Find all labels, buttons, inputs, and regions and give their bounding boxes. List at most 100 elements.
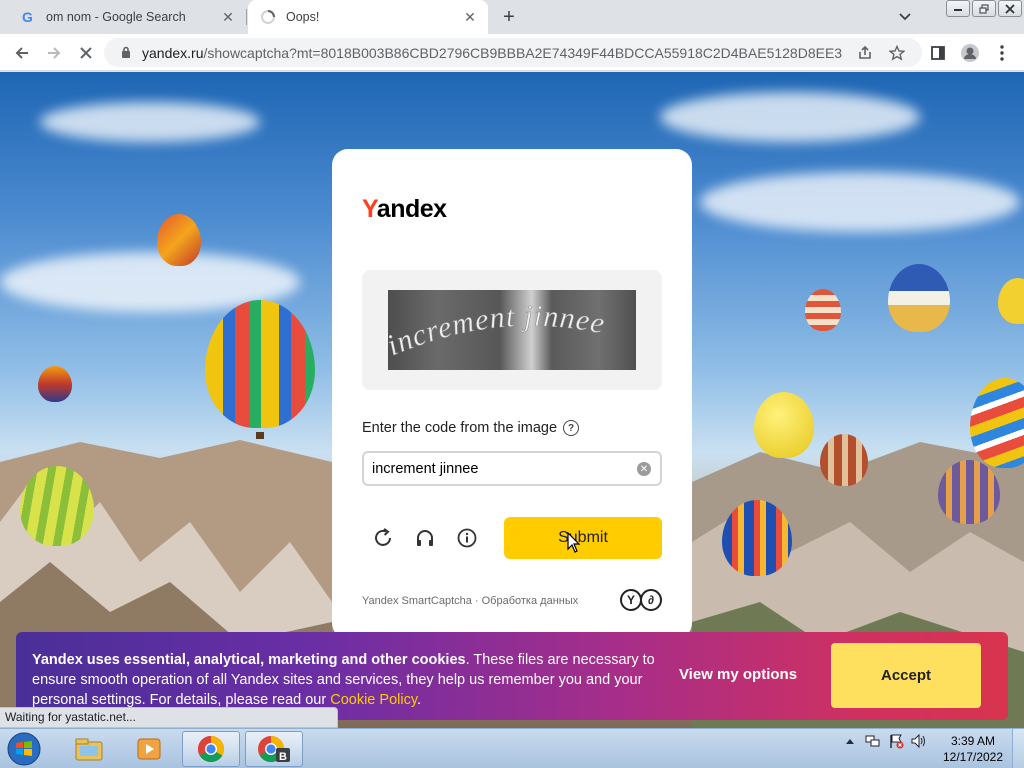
- back-arrow-icon: [15, 47, 28, 59]
- background-cloud: [660, 92, 920, 142]
- hot-air-balloon: [938, 460, 1000, 524]
- media-player-icon: [137, 738, 161, 760]
- action-center-flag-icon[interactable]: [888, 733, 904, 749]
- hot-air-balloon: [20, 466, 94, 546]
- svg-text:B: B: [279, 751, 287, 763]
- hot-air-balloon: [157, 214, 201, 266]
- lock-icon[interactable]: [118, 46, 134, 59]
- taskbar-chrome[interactable]: [182, 731, 240, 767]
- profile-button[interactable]: [956, 39, 984, 67]
- background-cloud: [40, 102, 260, 142]
- hot-air-balloon: [970, 378, 1024, 468]
- info-icon: [457, 528, 477, 548]
- system-tray: [842, 733, 927, 749]
- hot-air-balloon: [805, 289, 841, 331]
- address-bar[interactable]: yandex.ru/showcaptcha?mt=8018B003B86CBD2…: [104, 38, 922, 67]
- new-tab-button[interactable]: +: [496, 5, 522, 29]
- submit-button[interactable]: Submit: [504, 517, 662, 559]
- captcha-prompt: Enter the code from the image ?: [362, 420, 580, 436]
- tab-separator: [246, 9, 247, 25]
- svg-text:increment jinnee: increment jinnee: [388, 300, 608, 363]
- hot-air-balloon: [998, 278, 1024, 324]
- tab-strip: G om nom - Google Search ✕ Oops! ✕ +: [0, 0, 1024, 34]
- smartcaptcha-icon: ∂: [640, 589, 662, 611]
- kebab-menu-icon: [1000, 45, 1004, 61]
- captcha-input[interactable]: [372, 460, 622, 477]
- taskbar-chrome-profile[interactable]: B: [245, 731, 303, 767]
- audio-captcha-button[interactable]: [412, 525, 438, 551]
- menu-button[interactable]: [988, 39, 1016, 67]
- tab-title: om nom - Google Search: [46, 10, 186, 24]
- chevron-down-icon[interactable]: [894, 8, 916, 26]
- taskbar-explorer[interactable]: [60, 731, 118, 767]
- forward-arrow-icon: [48, 47, 61, 59]
- accept-cookies-button[interactable]: Accept: [831, 643, 981, 708]
- tab-title: Oops!: [286, 10, 320, 24]
- hot-air-balloon: [38, 366, 72, 402]
- captcha-image: increment jinnee: [388, 290, 636, 370]
- taskbar: B 3:39 AM 12/17/2022: [0, 728, 1024, 768]
- taskbar-media-player[interactable]: [120, 731, 178, 767]
- minimize-button[interactable]: [946, 0, 970, 17]
- share-icon[interactable]: [852, 40, 878, 66]
- mouse-cursor-icon: [567, 532, 581, 553]
- background-cloud: [700, 172, 1020, 232]
- cookie-policy-link[interactable]: Cookie Policy: [330, 692, 417, 708]
- captcha-card: Yandex increment jinnee Enter the code f…: [332, 149, 692, 639]
- side-panel-icon: [931, 46, 945, 60]
- captcha-footer-links[interactable]: Yandex SmartCaptcha · Обработка данных: [362, 595, 578, 607]
- windows-logo-icon: [7, 732, 41, 766]
- show-hidden-icons-icon[interactable]: [842, 733, 858, 749]
- close-tab-icon[interactable]: ✕: [218, 7, 238, 27]
- refresh-icon: [375, 528, 391, 546]
- start-button[interactable]: [2, 730, 46, 768]
- stop-loading-button[interactable]: [72, 39, 100, 67]
- svg-text:G: G: [22, 9, 33, 25]
- chrome-icon: [197, 735, 225, 763]
- prompt-text: Enter the code from the image: [362, 420, 558, 436]
- url-text: yandex.ru/showcaptcha?mt=8018B003B86CBD2…: [142, 44, 842, 61]
- tab-google-search[interactable]: G om nom - Google Search ✕: [8, 0, 246, 34]
- close-tab-icon[interactable]: ✕: [460, 7, 480, 27]
- bookmark-star-icon[interactable]: [884, 40, 910, 66]
- cookie-message: Yandex uses essential, analytical, marke…: [32, 652, 655, 708]
- volume-icon[interactable]: [911, 733, 927, 749]
- help-icon[interactable]: ?: [563, 420, 580, 436]
- stop-icon: [80, 47, 92, 59]
- refresh-captcha-button[interactable]: [370, 525, 396, 551]
- explorer-icon: [75, 738, 103, 761]
- network-icon[interactable]: [865, 733, 881, 749]
- clock-date: 12/17/2022: [942, 750, 1004, 764]
- side-panel-button[interactable]: [924, 39, 952, 67]
- window-controls: [946, 0, 1022, 17]
- google-icon: G: [20, 9, 36, 25]
- headphones-icon: [417, 530, 433, 546]
- smartcaptcha-brand-marks: Y ∂: [620, 589, 662, 611]
- system-clock[interactable]: 3:39 AM 12/17/2022: [938, 733, 1008, 765]
- show-desktop-button[interactable]: [1012, 729, 1024, 768]
- view-options-button[interactable]: View my options: [666, 666, 810, 683]
- captcha-answer-field[interactable]: ✕: [362, 451, 662, 486]
- hot-air-balloon: [820, 434, 868, 486]
- hot-air-balloon: [722, 500, 792, 576]
- tab-oops[interactable]: Oops! ✕: [248, 0, 488, 34]
- clear-input-icon[interactable]: ✕: [637, 462, 651, 476]
- profile-avatar-icon: [961, 44, 979, 62]
- balloon-basket: [256, 432, 264, 439]
- yandex-logo[interactable]: Yandex: [362, 195, 447, 224]
- forward-button[interactable]: [40, 39, 68, 67]
- loading-spinner-icon: [260, 9, 276, 25]
- hot-air-balloon: [754, 392, 814, 458]
- hot-air-balloon: [888, 264, 950, 332]
- hot-air-balloon: [205, 300, 315, 428]
- back-button[interactable]: [8, 39, 36, 67]
- chrome-profile-icon: B: [258, 735, 290, 763]
- yandex-y-icon: Y: [620, 589, 642, 611]
- captcha-info-button[interactable]: [454, 525, 480, 551]
- close-window-button[interactable]: [998, 0, 1022, 17]
- restore-button[interactable]: [972, 0, 996, 17]
- status-bubble: Waiting for yastatic.net...: [0, 707, 338, 728]
- clock-time: 3:39 AM: [950, 734, 996, 748]
- captcha-image-frame: increment jinnee: [362, 270, 662, 390]
- browser-toolbar: yandex.ru/showcaptcha?mt=8018B003B86CBD2…: [0, 34, 1024, 71]
